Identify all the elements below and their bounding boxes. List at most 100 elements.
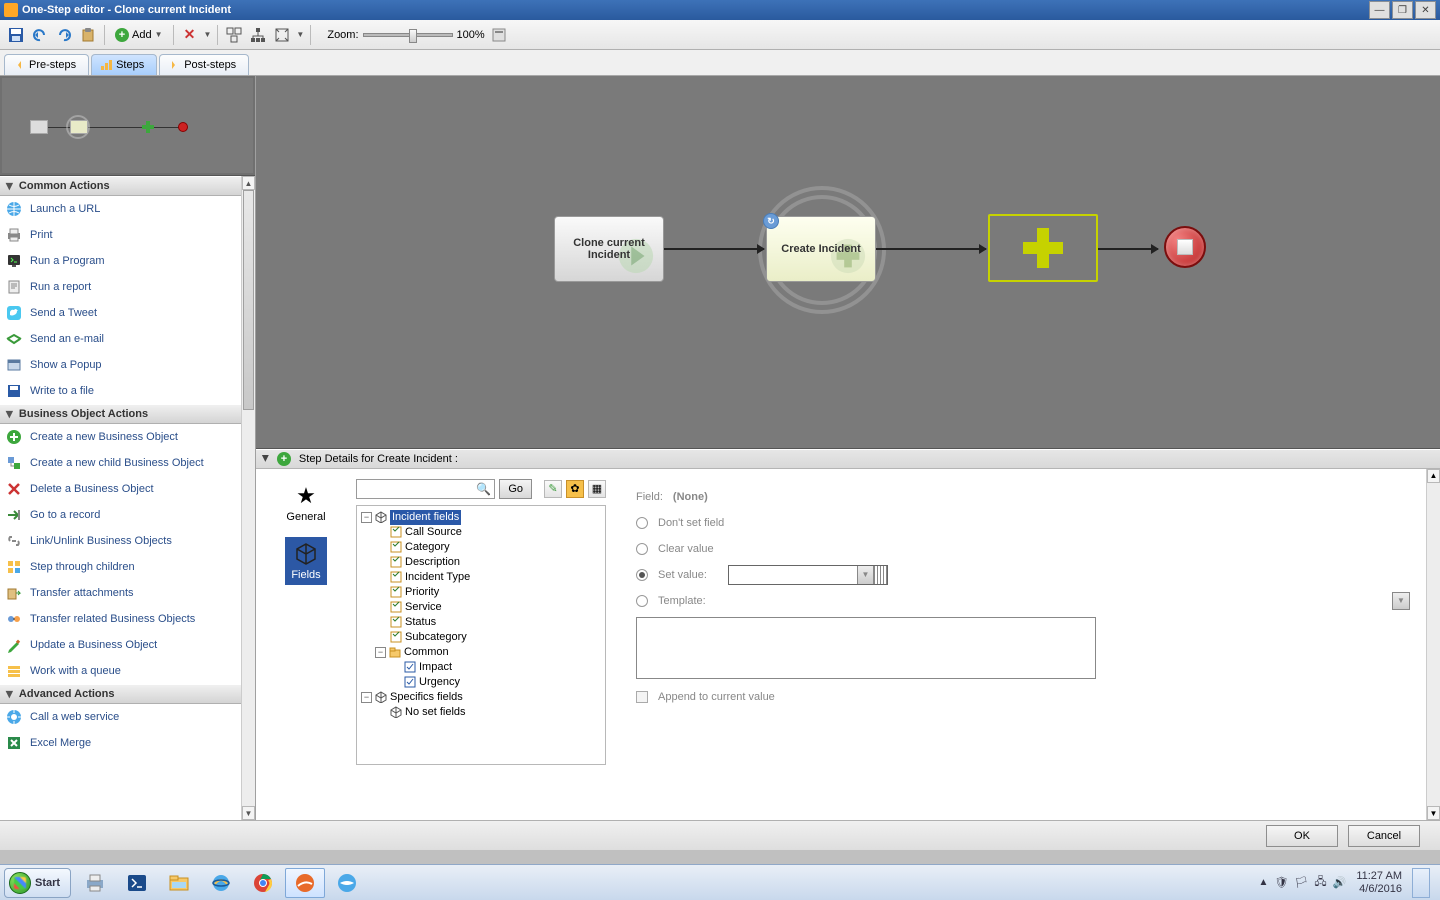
radio-template[interactable] bbox=[636, 595, 648, 607]
minimap[interactable] bbox=[0, 76, 255, 176]
action-item[interactable]: Run a Program bbox=[0, 248, 241, 274]
tree-layout-icon[interactable] bbox=[248, 25, 268, 45]
action-item[interactable]: Go to a record bbox=[0, 502, 241, 528]
action-item[interactable]: Step through children bbox=[0, 554, 241, 580]
action-item[interactable]: Transfer attachments bbox=[0, 580, 241, 606]
tray-flag-icon[interactable]: 🏳 bbox=[1294, 876, 1308, 889]
ok-button[interactable]: OK bbox=[1266, 825, 1338, 847]
zoom-tool-icon[interactable] bbox=[489, 25, 509, 45]
taskbar-ie-icon[interactable] bbox=[201, 868, 241, 898]
action-label: Run a report bbox=[30, 281, 91, 293]
save-icon[interactable] bbox=[6, 25, 26, 45]
start-button[interactable]: Start bbox=[4, 868, 71, 898]
tray-date: 4/6/2016 bbox=[1356, 883, 1402, 896]
action-item[interactable]: Transfer related Business Objects bbox=[0, 606, 241, 632]
action-item[interactable]: Link/Unlink Business Objects bbox=[0, 528, 241, 554]
redo-icon[interactable] bbox=[54, 25, 74, 45]
node-placeholder[interactable] bbox=[988, 214, 1098, 282]
add-label: Add bbox=[132, 29, 152, 41]
add-button[interactable]: + Add ▼ bbox=[111, 26, 167, 44]
show-desktop-button[interactable] bbox=[1412, 868, 1430, 898]
taskbar-explorer-icon[interactable] bbox=[159, 868, 199, 898]
taskbar-printer-icon[interactable] bbox=[75, 868, 115, 898]
picker-icon[interactable] bbox=[873, 566, 887, 584]
template-textarea[interactable] bbox=[636, 617, 1096, 679]
paste-icon[interactable] bbox=[78, 25, 98, 45]
node-end[interactable] bbox=[1164, 226, 1206, 268]
fit-icon[interactable] bbox=[272, 25, 292, 45]
taskbar-chrome-icon[interactable] bbox=[243, 868, 283, 898]
tray-chevron-up-icon[interactable]: ▲ bbox=[1259, 877, 1269, 888]
action-label: Run a Program bbox=[30, 255, 105, 267]
side-general[interactable]: ★ General bbox=[280, 479, 331, 527]
action-item[interactable]: Launch a URL bbox=[0, 196, 241, 222]
action-item[interactable]: Update a Business Object bbox=[0, 632, 241, 658]
cancel-button[interactable]: Cancel bbox=[1348, 825, 1420, 847]
grid-icon[interactable]: ▦ bbox=[588, 480, 606, 498]
delete-icon[interactable]: ✕ bbox=[180, 25, 200, 45]
tab-pre-steps[interactable]: Pre-steps bbox=[4, 54, 89, 75]
chevron-down-icon[interactable]: ▼ bbox=[204, 30, 212, 39]
details-scrollbar[interactable]: ▲ ▼ bbox=[1426, 469, 1440, 821]
sidebar-scrollbar[interactable]: ▲ ▼ bbox=[241, 176, 255, 820]
action-item[interactable]: Show a Popup bbox=[0, 352, 241, 378]
tray-shield-icon[interactable]: 🛡 bbox=[1274, 876, 1288, 889]
workflow-canvas[interactable]: Clone current Incident ↻ Create Incident bbox=[256, 76, 1440, 449]
go-button[interactable]: Go bbox=[499, 479, 532, 499]
auto-layout-icon[interactable] bbox=[224, 25, 244, 45]
action-item[interactable]: Write to a file bbox=[0, 378, 241, 404]
undo-icon[interactable] bbox=[30, 25, 50, 45]
edit-icon[interactable]: ✎ bbox=[544, 480, 562, 498]
category-header[interactable]: ▶Advanced Actions bbox=[0, 684, 241, 704]
dialog-button-bar: OK Cancel bbox=[0, 820, 1440, 850]
chevron-down-icon[interactable]: ▶ bbox=[260, 455, 271, 462]
action-item[interactable]: Call a web service bbox=[0, 704, 241, 730]
append-label: Append to current value bbox=[658, 691, 775, 703]
tray-clock[interactable]: 11:27 AM 4/6/2016 bbox=[1356, 870, 1402, 896]
scroll-down-icon[interactable]: ▼ bbox=[242, 806, 255, 820]
radio-dont-set[interactable] bbox=[636, 517, 648, 529]
window-title: One-Step editor - Clone current Incident bbox=[22, 4, 1369, 16]
action-item[interactable]: Create a new child Business Object bbox=[0, 450, 241, 476]
taskbar-browser-icon[interactable] bbox=[327, 868, 367, 898]
field-tree[interactable]: −Incident fieldsCall SourceCategoryDescr… bbox=[356, 505, 606, 765]
minimize-button[interactable]: — bbox=[1369, 1, 1390, 19]
zoom-slider[interactable] bbox=[363, 33, 453, 37]
side-fields[interactable]: Fields bbox=[285, 537, 326, 585]
category-header[interactable]: ▶Common Actions bbox=[0, 176, 241, 196]
taskbar-app-icon[interactable] bbox=[285, 868, 325, 898]
taskbar-powershell-icon[interactable] bbox=[117, 868, 157, 898]
tray-volume-icon[interactable]: 🔊 bbox=[1333, 876, 1347, 889]
action-item[interactable]: Send an e-mail bbox=[0, 326, 241, 352]
gear-icon[interactable]: ✿ bbox=[566, 480, 584, 498]
action-item[interactable]: Run a report bbox=[0, 274, 241, 300]
action-item[interactable]: Delete a Business Object bbox=[0, 476, 241, 502]
tab-steps[interactable]: Steps bbox=[91, 54, 157, 75]
zoom-value: 100% bbox=[457, 29, 485, 41]
set-value-combo[interactable]: ▼ bbox=[728, 565, 888, 585]
append-checkbox[interactable] bbox=[636, 691, 648, 703]
close-button[interactable]: ✕ bbox=[1415, 1, 1436, 19]
action-item[interactable]: Create a new Business Object bbox=[0, 424, 241, 450]
action-item[interactable]: Excel Merge bbox=[0, 730, 241, 756]
radio-clear[interactable] bbox=[636, 543, 648, 555]
node-clone-incident[interactable]: Clone current Incident bbox=[554, 216, 664, 282]
tray-network-icon[interactable]: 🖧 bbox=[1314, 873, 1326, 892]
scroll-up-icon[interactable]: ▲ bbox=[242, 176, 255, 190]
plus-icon: + bbox=[277, 452, 291, 466]
steps-icon bbox=[100, 59, 112, 71]
radio-set-value[interactable] bbox=[636, 569, 648, 581]
node-create-incident[interactable]: ↻ Create Incident bbox=[766, 216, 876, 282]
details-side-nav: ★ General Fields bbox=[266, 479, 346, 811]
restore-button[interactable]: ❐ bbox=[1392, 1, 1413, 19]
tab-post-steps[interactable]: Post-steps bbox=[159, 54, 249, 75]
category-header[interactable]: ▶Business Object Actions bbox=[0, 404, 241, 424]
chevron-down-icon[interactable]: ▼ bbox=[857, 566, 873, 584]
action-item[interactable]: Print bbox=[0, 222, 241, 248]
chevron-down-icon[interactable]: ▼ bbox=[296, 30, 304, 39]
template-dropdown[interactable]: ▼ bbox=[1392, 592, 1410, 610]
field-search-input[interactable]: 🔍 bbox=[356, 479, 495, 499]
action-label: Launch a URL bbox=[30, 203, 100, 215]
action-item[interactable]: Send a Tweet bbox=[0, 300, 241, 326]
action-item[interactable]: Work with a queue bbox=[0, 658, 241, 684]
